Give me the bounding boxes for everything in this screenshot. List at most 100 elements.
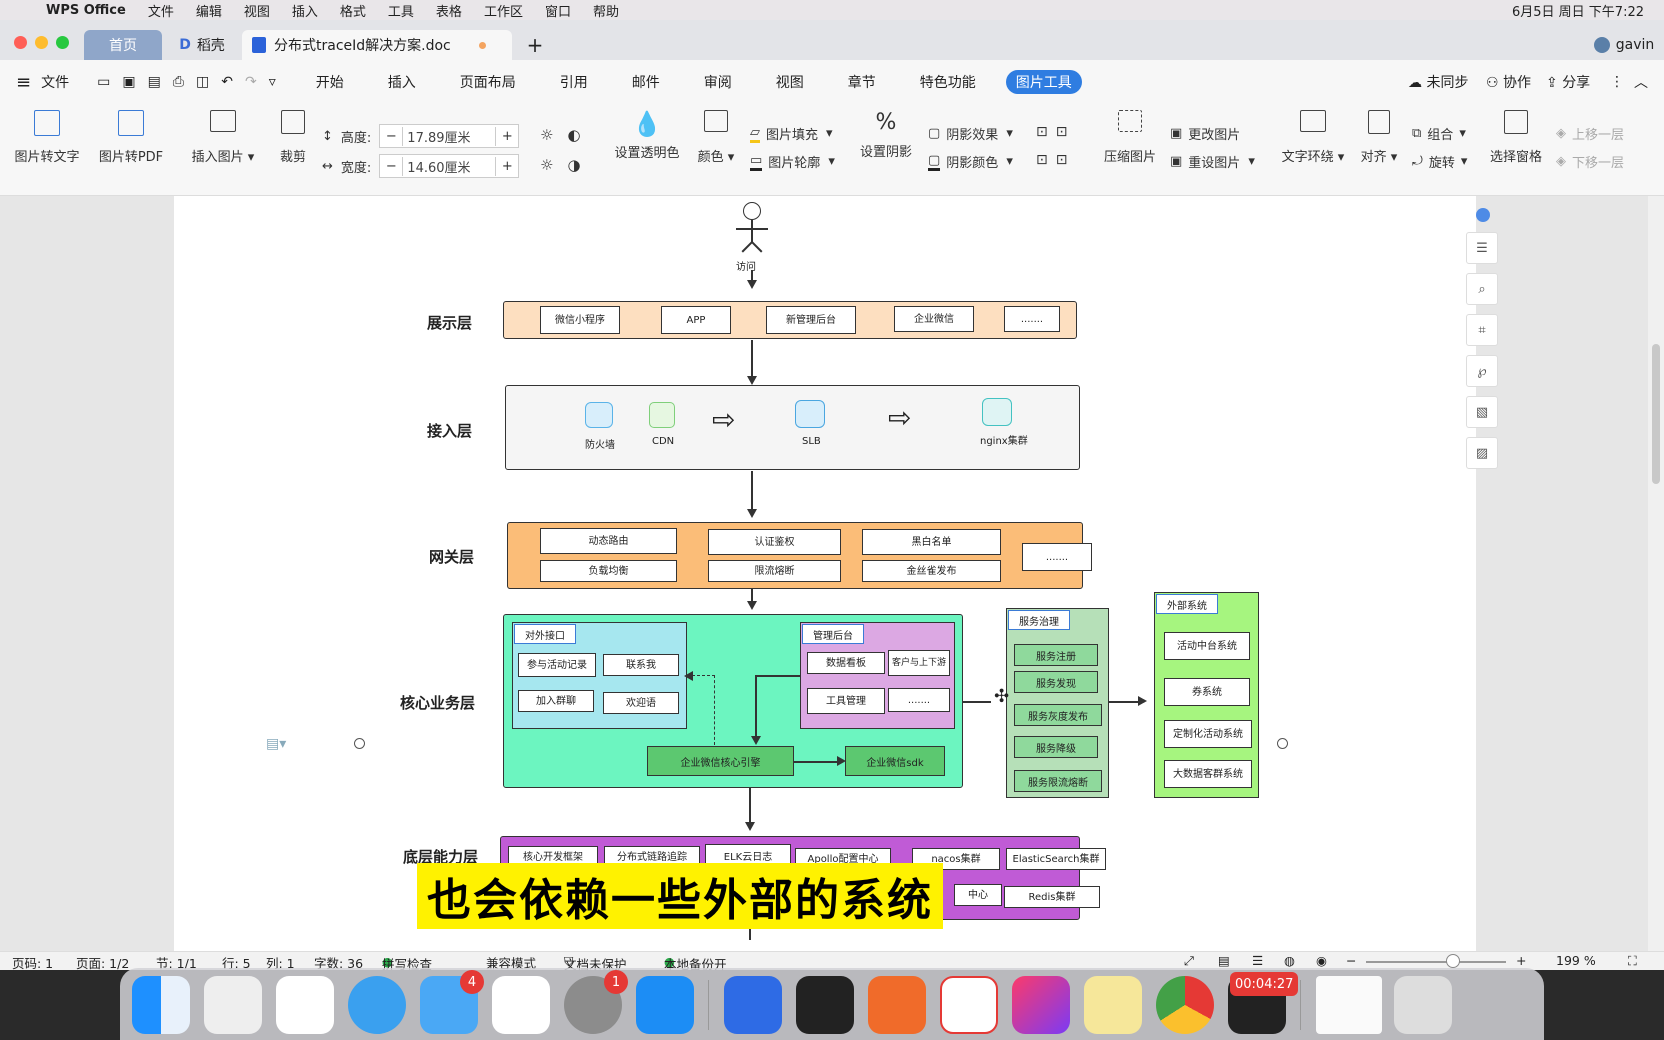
- resize-handle[interactable]: [354, 738, 365, 749]
- format-brush-icon[interactable]: ℘: [1466, 355, 1498, 387]
- zoom-slider-knob[interactable]: [1446, 954, 1460, 968]
- rotate-button[interactable]: ⤾ 旋转 ▾: [1412, 152, 1467, 171]
- fit-screen-icon[interactable]: ⤢: [1184, 953, 1194, 969]
- menu-tab-reference[interactable]: 引用: [560, 72, 588, 92]
- mail-icon[interactable]: 4: [420, 970, 484, 1034]
- architecture-diagram[interactable]: 访问 展示层 微信小程序 APP 新管理后台 企业微信 ....... 接入层 …: [174, 196, 1476, 951]
- menubar-clock[interactable]: 6月5日 周日 下午7:22: [1512, 1, 1644, 20]
- safari-icon[interactable]: [348, 976, 406, 1034]
- layout-options-icon[interactable]: ☰: [1466, 232, 1498, 264]
- menubar-item-help[interactable]: 帮助: [593, 1, 619, 20]
- document-thumbnail[interactable]: [1316, 976, 1382, 1034]
- shadow-color-button[interactable]: ▢ 阴影颜色 ▾: [928, 152, 1013, 171]
- menu-tab-layout[interactable]: 页面布局: [460, 72, 516, 92]
- zoom-slider[interactable]: [1366, 961, 1506, 963]
- new-tab-button[interactable]: +: [520, 30, 550, 60]
- save-icon[interactable]: ▣: [122, 74, 135, 90]
- reset-picture-button[interactable]: ▣ 重设图片 ▾: [1170, 152, 1255, 171]
- zoom-picture-icon[interactable]: ⌕: [1466, 273, 1498, 305]
- chrome-icon[interactable]: [1156, 976, 1214, 1034]
- outline-view-icon[interactable]: ☰: [1252, 953, 1263, 968]
- menu-tab-insert[interactable]: 插入: [388, 72, 416, 92]
- intellij-icon[interactable]: [1012, 976, 1070, 1034]
- collab-button[interactable]: ⚇ 协作: [1486, 72, 1531, 92]
- page-view-icon[interactable]: ▤: [1218, 953, 1230, 968]
- eye-protect-icon[interactable]: ◉: [1316, 953, 1327, 968]
- zoom-level[interactable]: 199 %: [1556, 953, 1596, 968]
- crop-tool-icon[interactable]: ⌗: [1466, 314, 1498, 346]
- resize-handle[interactable]: [1277, 738, 1288, 749]
- height-increment-button[interactable]: +: [496, 129, 518, 144]
- fullscreen-icon[interactable]: ⛶: [1628, 953, 1637, 969]
- pdf-icon[interactable]: ▤: [148, 74, 161, 90]
- nudge-right-icon[interactable]: ⊡: [1056, 152, 1068, 168]
- wps-icon[interactable]: [940, 976, 998, 1034]
- print-icon[interactable]: ⎙: [173, 74, 184, 90]
- width-decrement-button[interactable]: −: [380, 159, 402, 174]
- brightness-up-icon[interactable]: ☼: [540, 126, 553, 144]
- system-preferences-icon[interactable]: 1: [564, 970, 628, 1034]
- menu-tab-chapter[interactable]: 章节: [848, 72, 876, 92]
- more-icon[interactable]: ▿: [269, 74, 276, 90]
- share-button[interactable]: ⇪ 分享: [1546, 72, 1590, 92]
- tab-daoke[interactable]: D 稻壳: [166, 30, 238, 60]
- shadow-effect-button[interactable]: ▢ 阴影效果 ▾: [928, 124, 1013, 143]
- set-transparent-button[interactable]: 💧 设置透明色: [612, 110, 682, 161]
- menubar-item-format[interactable]: 格式: [340, 1, 366, 20]
- width-increment-button[interactable]: +: [496, 159, 518, 174]
- menu-tab-view[interactable]: 视图: [776, 72, 804, 92]
- status-pages[interactable]: 页面: 1/2: [76, 953, 129, 972]
- pic-to-text-button[interactable]: 图片转文字: [12, 110, 82, 165]
- collapse-circle-icon[interactable]: [1476, 208, 1490, 222]
- terminal-icon[interactable]: [796, 976, 854, 1034]
- insert-picture-button[interactable]: 插入图片 ▾: [188, 110, 258, 165]
- pic-to-pdf-button[interactable]: 图片转PDF: [96, 110, 166, 165]
- launchpad-icon[interactable]: [204, 976, 262, 1034]
- contrast-down-icon[interactable]: ◑: [567, 156, 580, 174]
- width-input[interactable]: 14.60厘米: [402, 156, 497, 176]
- menubar-item-workspace[interactable]: 工作区: [484, 1, 523, 20]
- height-decrement-button[interactable]: −: [380, 129, 402, 144]
- hamburger-icon[interactable]: ≡: [16, 72, 31, 93]
- lark-icon[interactable]: [724, 976, 782, 1034]
- height-input[interactable]: 17.89厘米: [402, 126, 497, 146]
- undo-icon[interactable]: ↶: [221, 74, 233, 90]
- preview-icon[interactable]: ◫: [196, 74, 209, 90]
- menubar-item-table[interactable]: 表格: [436, 1, 462, 20]
- reminders-icon[interactable]: [492, 976, 550, 1034]
- zoom-out-button[interactable]: −: [1346, 953, 1356, 968]
- nudge-left-icon[interactable]: ⊡: [1036, 152, 1048, 168]
- user-account[interactable]: gavin: [1584, 30, 1664, 60]
- bring-forward-button[interactable]: ◈ 上移一层: [1556, 124, 1624, 143]
- menubar-item-tools[interactable]: 工具: [388, 1, 414, 20]
- baidu-netdisk-icon[interactable]: [276, 976, 334, 1034]
- open-icon[interactable]: ▭: [97, 74, 110, 90]
- scrollbar-thumb[interactable]: [1652, 344, 1660, 484]
- selection-pane-button[interactable]: 选择窗格: [1486, 110, 1546, 165]
- set-shadow-button[interactable]: % 设置阴影: [856, 110, 916, 160]
- navicat-icon[interactable]: [1084, 976, 1142, 1034]
- tab-document[interactable]: 分布式traceId解决方案.doc: [242, 30, 512, 60]
- paragraph-icon[interactable]: ▤▾: [266, 736, 286, 752]
- menubar-item-edit[interactable]: 编辑: [196, 1, 222, 20]
- compress-picture-button[interactable]: 压缩图片: [1100, 110, 1160, 165]
- picture-edit-icon[interactable]: ▧: [1466, 396, 1498, 428]
- picture-file-icon[interactable]: ▨: [1466, 437, 1498, 469]
- menubar-app[interactable]: WPS Office: [46, 3, 126, 18]
- zoom-in-button[interactable]: +: [1516, 953, 1526, 968]
- align-button[interactable]: 对齐 ▾: [1356, 110, 1402, 165]
- change-picture-button[interactable]: ▣ 更改图片: [1170, 124, 1240, 143]
- brightness-down-icon[interactable]: ☼: [540, 156, 553, 174]
- vertical-scrollbar[interactable]: [1648, 196, 1664, 951]
- height-stepper[interactable]: −17.89厘米 +: [379, 124, 520, 148]
- web-view-icon[interactable]: ◍: [1284, 953, 1295, 968]
- menu-file[interactable]: 文件: [41, 72, 69, 92]
- menu-tab-picture-tools[interactable]: 图片工具: [1005, 70, 1082, 94]
- crop-button[interactable]: 裁剪: [276, 110, 310, 165]
- width-stepper[interactable]: −14.60厘米 +: [379, 154, 520, 178]
- tab-home[interactable]: 首页: [84, 30, 162, 60]
- menubar-item-view[interactable]: 视图: [244, 1, 270, 20]
- pages-icon[interactable]: [868, 976, 926, 1034]
- sync-status[interactable]: ☁ 未同步: [1408, 72, 1468, 92]
- minimize-window-button[interactable]: [35, 36, 48, 49]
